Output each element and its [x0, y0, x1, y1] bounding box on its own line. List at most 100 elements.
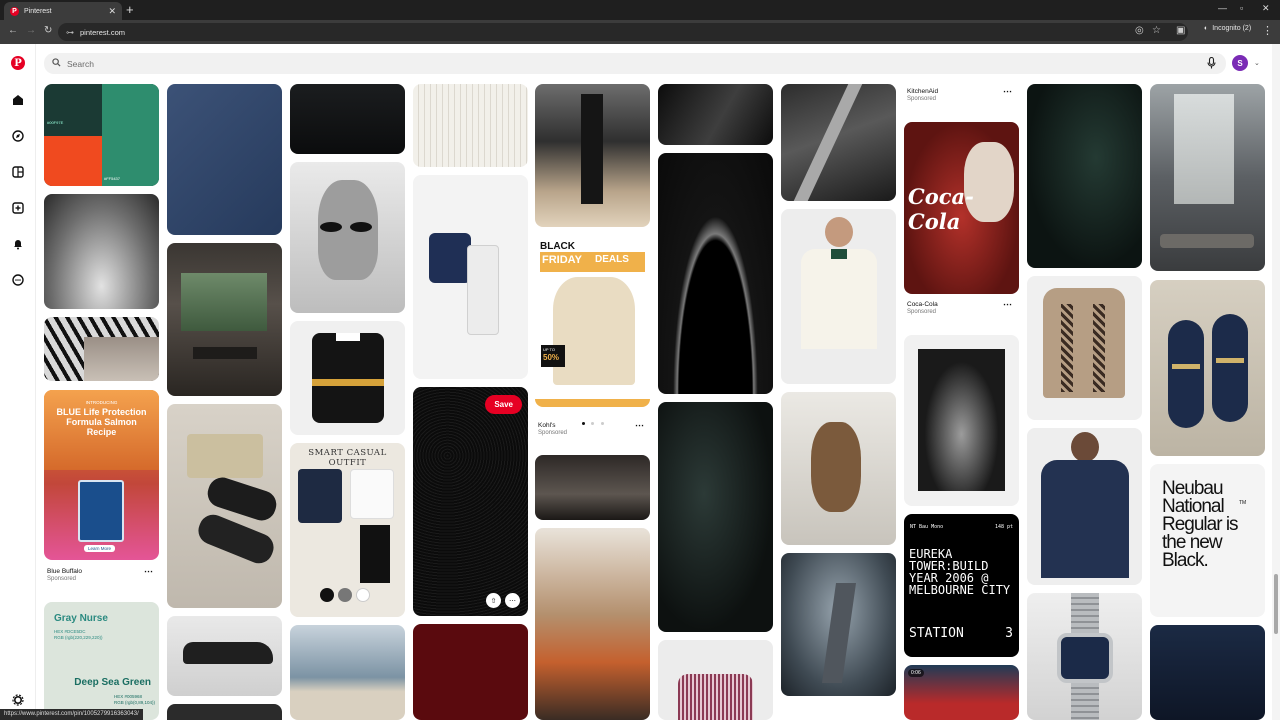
pin-dark-texture-hovered[interactable]: Save ⇧ ⋯ — [413, 387, 528, 616]
bf-upto: UP TO — [543, 347, 556, 352]
learn-more-button[interactable]: Learn More — [84, 545, 116, 552]
minimize-icon[interactable]: — — [1218, 3, 1227, 13]
pin-tower-in-clouds[interactable] — [781, 553, 896, 696]
window-close-icon[interactable]: ✕ — [1262, 3, 1270, 14]
browser-menu-icon[interactable]: ⋮ — [1262, 24, 1273, 37]
swatch-hex-a: #00F97E — [47, 120, 64, 125]
back-icon[interactable]: ← — [8, 25, 18, 36]
notifications-bell-icon[interactable] — [10, 236, 26, 252]
chevron-down-icon[interactable]: ⌄ — [1254, 59, 1260, 67]
home-icon[interactable] — [10, 92, 26, 108]
pin-eclipse-horizon[interactable] — [658, 153, 773, 394]
pin-deep-green[interactable] — [1027, 84, 1142, 268]
reload-icon[interactable]: ↻ — [44, 25, 52, 36]
incognito-icon: ◐ — [1204, 25, 1209, 32]
pin-dark-red[interactable] — [413, 624, 528, 720]
pin-architecture-stripes[interactable] — [44, 317, 159, 381]
create-plus-icon[interactable] — [10, 200, 26, 216]
search-input[interactable]: Search — [67, 59, 94, 69]
pin-minimal-bedroom[interactable] — [167, 243, 282, 396]
pin-seascape[interactable] — [290, 625, 405, 720]
advertiser-name[interactable]: KitchenAid — [907, 88, 938, 95]
pin-gray-nurse-palette[interactable]: Gray Nurse HEX #DCE5DC RGB (rgb(220,229,… — [44, 602, 159, 720]
microphone-icon[interactable] — [1207, 56, 1216, 72]
search-bar[interactable]: Search — [44, 53, 1226, 74]
search-icon — [52, 58, 61, 69]
swatch-hex-b: #FF5437 — [104, 176, 121, 181]
pin-partial-dark[interactable] — [167, 704, 282, 720]
pin-bronze-sculpture[interactable] — [781, 392, 896, 545]
pin-navy-fabric[interactable] — [1150, 625, 1265, 720]
site-info-icon[interactable]: ⊶ — [66, 28, 74, 37]
pin-loafers-box[interactable] — [167, 404, 282, 608]
pin-concrete-light[interactable] — [781, 84, 896, 201]
url-field[interactable]: ⊶ pinterest.com — [58, 23, 1188, 41]
settings-gear-icon[interactable] — [10, 692, 26, 708]
eye-off-icon[interactable]: ◎ — [1135, 25, 1144, 36]
carousel-dots[interactable] — [582, 412, 604, 430]
pin-dark-green-mist[interactable] — [658, 402, 773, 632]
share-icon[interactable]: ⇧ — [486, 593, 501, 608]
font-name: NT Bau Mono — [910, 524, 944, 530]
pin-wave-photo[interactable] — [44, 194, 159, 309]
pin-cream-polo-model[interactable] — [781, 209, 896, 384]
pin-navy-shirt-fabric[interactable] — [167, 84, 282, 235]
incognito-indicator[interactable]: ◐ Incognito (2) — [1204, 25, 1251, 32]
advertiser-name[interactable]: Blue Buffalo — [47, 568, 82, 575]
pin-dark-abstract[interactable] — [290, 84, 405, 154]
pin-polo-outfit[interactable] — [413, 175, 528, 379]
pin-cocacola-ad[interactable]: Coca-Cola — [904, 122, 1019, 294]
pin-sunglasses-portrait[interactable] — [290, 162, 405, 313]
pin-neubau-typography[interactable]: Neubau National Regular is the new Black… — [1150, 464, 1265, 617]
forward-icon[interactable]: → — [26, 25, 36, 36]
messages-icon[interactable] — [10, 272, 26, 288]
pin-black-friday-ad[interactable]: BLACK FRIDAY DEALS UP TO 50% — [535, 235, 650, 407]
boards-icon[interactable] — [10, 164, 26, 180]
bookmark-star-icon[interactable]: ☆ — [1152, 25, 1161, 36]
address-bar-row: ← → ↻ ⊶ pinterest.com ◎ ☆ ▣ ◐ Incognito … — [0, 20, 1280, 44]
pin-horsebit-loafers[interactable] — [1150, 280, 1265, 456]
browser-tab-pinterest[interactable]: P Pinterest ✕ — [4, 2, 122, 20]
ad-title-text: BLUE Life Protection Formula Salmon Reci… — [56, 407, 147, 437]
pin-wristwatch[interactable] — [1027, 593, 1142, 720]
pin-more-icon[interactable]: ⋯ — [505, 593, 520, 608]
sponsored-label: Sponsored — [907, 309, 937, 315]
pin-modern-interior[interactable] — [1150, 84, 1265, 271]
bf-line2: FRIDAY — [542, 254, 582, 266]
save-button[interactable]: Save — [485, 395, 522, 414]
pin-canyon-structure[interactable] — [535, 528, 650, 720]
maximize-icon[interactable]: ▫ — [1240, 3, 1243, 13]
pin-eureka-typography[interactable]: NT Bau Mono 148 pt EUREKA TOWER:BUILD YE… — [904, 514, 1019, 657]
pin-blue-buffalo-ad[interactable]: INTRODUCING BLUE Life Protection Formula… — [44, 390, 159, 560]
pin-striped-polo[interactable] — [658, 640, 773, 720]
more-options-icon[interactable]: ⋯ — [1003, 299, 1012, 310]
new-tab-icon[interactable]: + — [126, 3, 134, 17]
pin-rugby-sweater[interactable] — [290, 321, 405, 435]
advertiser-name[interactable]: Kohl's — [538, 422, 556, 429]
pin-color-swatch[interactable]: #00F97E #FF5437 — [44, 84, 159, 186]
more-options-icon[interactable]: ⋯ — [1003, 86, 1012, 97]
more-options-icon[interactable]: ⋯ — [144, 566, 153, 577]
side-panel-icon[interactable]: ▣ — [1176, 25, 1185, 36]
pinterest-logo-icon[interactable]: P — [11, 56, 25, 70]
avatar[interactable]: S — [1232, 55, 1248, 71]
pin-navy-knit-polo-model[interactable] — [1027, 428, 1142, 585]
pinterest-favicon-icon: P — [10, 6, 19, 16]
pin-smart-casual-outfit[interactable]: SMART CASUAL OUTFIT — [290, 443, 405, 617]
pin-video-coca-truck[interactable]: 0:06 — [904, 665, 1019, 720]
more-options-icon[interactable]: ⋯ — [635, 420, 644, 431]
pin-dark-smoke[interactable] — [658, 84, 773, 145]
scrollbar-thumb[interactable] — [1274, 574, 1278, 634]
pin-striped-shirt[interactable] — [413, 84, 528, 167]
pin-light-beam-poster[interactable] — [904, 335, 1019, 506]
pin-knit-polo[interactable] — [1027, 276, 1142, 420]
explore-compass-icon[interactable] — [10, 128, 26, 144]
tab-title: Pinterest — [24, 7, 52, 15]
close-tab-icon[interactable]: ✕ — [108, 6, 116, 17]
advertiser-name[interactable]: Coca-Cola — [907, 301, 938, 308]
pin-monolith-desert[interactable] — [535, 84, 650, 227]
link-status-bar: https://www.pinterest.com/pin/1005279916… — [0, 709, 143, 720]
pin-dark-corridor[interactable] — [535, 455, 650, 520]
pin-black-sports-car[interactable] — [167, 616, 282, 696]
page-scrollbar[interactable] — [1272, 44, 1280, 720]
